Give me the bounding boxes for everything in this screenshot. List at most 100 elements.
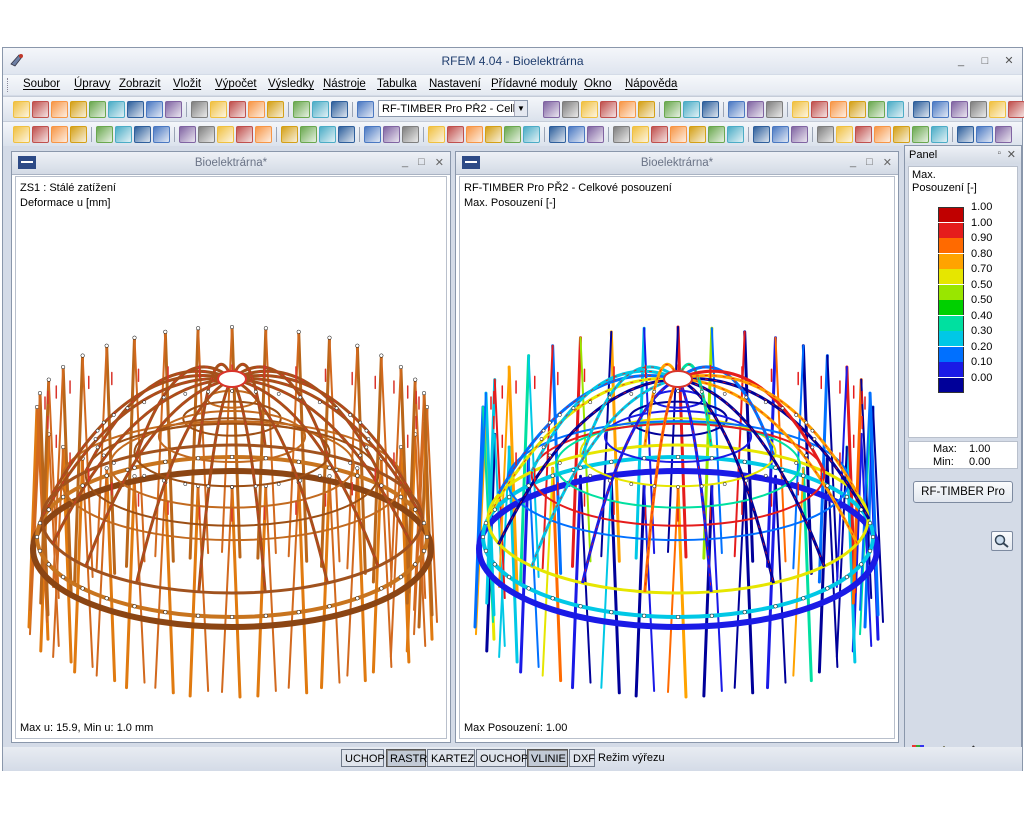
toolbar-tool-icon[interactable] <box>951 101 968 118</box>
toolbar-tool-icon[interactable] <box>504 126 521 143</box>
minimize-icon[interactable]: _ <box>402 156 408 169</box>
toolbar-tool-icon[interactable] <box>811 101 828 118</box>
left-view-canvas[interactable]: ZS1 : Stálé zatížení Deformace u [mm] Ma… <box>15 176 447 739</box>
toolbar-tool-icon[interactable] <box>689 126 706 143</box>
toolbar-tool-icon[interactable] <box>312 101 329 118</box>
status-toggle-ouchop[interactable]: OUCHOP <box>476 749 528 767</box>
toolbar-tool-icon[interactable] <box>830 101 847 118</box>
toolbar-tool-icon[interactable] <box>229 101 246 118</box>
minimize-button[interactable]: _ <box>952 54 970 68</box>
toolbar-tool-icon[interactable] <box>89 101 106 118</box>
left-view-titlebar[interactable]: Bioelektrárna* _ □ ✕ <box>12 152 450 175</box>
toolbar-tool-icon[interactable] <box>364 126 381 143</box>
toolbar-tool-icon[interactable] <box>549 126 566 143</box>
pin-icon[interactable]: ▫ <box>997 148 1001 159</box>
toolbar-tool-icon[interactable] <box>727 126 744 143</box>
toolbar-tool-icon[interactable] <box>1008 101 1024 118</box>
toolbar-tool-icon[interactable] <box>191 101 208 118</box>
toolbar-tool-icon[interactable] <box>868 101 885 118</box>
toolbar-tool-icon[interactable] <box>874 126 891 143</box>
close-icon[interactable]: ✕ <box>1007 148 1016 161</box>
toolbar-tool-icon[interactable] <box>165 101 182 118</box>
deformation-dome-model[interactable] <box>16 207 447 737</box>
toolbar-tool-icon[interactable] <box>198 126 215 143</box>
toolbar-tool-icon[interactable] <box>357 101 374 118</box>
status-toggle-dxf[interactable]: DXF <box>569 749 595 767</box>
toolbar-tool-icon[interactable] <box>931 126 948 143</box>
toolbar-tool-icon[interactable] <box>932 101 949 118</box>
design-ratio-dome-model[interactable] <box>460 207 895 737</box>
toolbar-tool-icon[interactable] <box>466 126 483 143</box>
toolbar-tool-icon[interactable] <box>747 101 764 118</box>
close-icon[interactable]: ✕ <box>883 156 892 169</box>
toolbar-tool-icon[interactable] <box>402 126 419 143</box>
close-icon[interactable]: ✕ <box>435 156 444 169</box>
toolbar-tool-icon[interactable] <box>146 101 163 118</box>
toolbar-tool-icon[interactable] <box>849 101 866 118</box>
toolbar-tool-icon[interactable] <box>153 126 170 143</box>
menu-soubor[interactable]: Soubor <box>23 78 60 90</box>
toolbar-tool-icon[interactable] <box>638 101 655 118</box>
toolbar-tool-icon[interactable] <box>913 101 930 118</box>
toolbar-tool-icon[interactable] <box>447 126 464 143</box>
toolbar-tool-icon[interactable] <box>267 101 284 118</box>
toolbar-tool-icon[interactable] <box>912 126 929 143</box>
toolbar-tool-icon[interactable] <box>817 126 834 143</box>
toolbar-tool-icon[interactable] <box>51 101 68 118</box>
maximize-icon[interactable]: □ <box>866 156 873 169</box>
menu-vlozit[interactable]: Vložit <box>173 78 201 90</box>
status-toggle-uchop[interactable]: UCHOP <box>341 749 385 767</box>
toolbar-tool-icon[interactable] <box>708 126 725 143</box>
rf-timber-pro-button[interactable]: RF-TIMBER Pro <box>913 481 1013 503</box>
menu-vysledky[interactable]: Výsledky <box>268 78 314 90</box>
toolbar-tool-icon[interactable] <box>957 126 974 143</box>
toolbar-tool-icon[interactable] <box>543 101 560 118</box>
toolbar-tool-icon[interactable] <box>32 101 49 118</box>
menu-zobrazit[interactable]: Zobrazit <box>119 78 161 90</box>
status-toggle-kartez[interactable]: KARTEZ <box>427 749 475 767</box>
toolbar-tool-icon[interactable] <box>632 126 649 143</box>
close-button[interactable]: ✕ <box>1000 54 1018 68</box>
toolbar-tool-icon[interactable] <box>127 101 144 118</box>
right-view-titlebar[interactable]: Bioelektrárna* _ □ ✕ <box>456 152 898 175</box>
toolbar-tool-icon[interactable] <box>108 101 125 118</box>
toolbar-tool-icon[interactable] <box>587 126 604 143</box>
toolbar-tool-icon[interactable] <box>772 126 789 143</box>
toolbar-tool-icon[interactable] <box>523 126 540 143</box>
toolbar-tool-icon[interactable] <box>13 101 30 118</box>
toolbar-tool-icon[interactable] <box>728 101 745 118</box>
toolbar-tool-icon[interactable] <box>331 101 348 118</box>
toolbar-tool-icon[interactable] <box>664 101 681 118</box>
left-view-window[interactable]: Bioelektrárna* _ □ ✕ ZS1 : Stálé zatížen… <box>11 151 451 743</box>
right-view-window[interactable]: Bioelektrárna* _ □ ✕ RF-TIMBER Pro PŘ2 -… <box>455 151 899 743</box>
toolbar-tool-icon[interactable] <box>32 126 49 143</box>
toolbar-tool-icon[interactable] <box>70 101 87 118</box>
toolbar-tool-icon[interactable] <box>989 101 1006 118</box>
toolbar-tool-icon[interactable] <box>893 126 910 143</box>
toolbar-tool-icon[interactable] <box>613 126 630 143</box>
toolbar-tool-icon[interactable] <box>428 126 445 143</box>
toolbar-tool-icon[interactable] <box>338 126 355 143</box>
toolbar-tool-icon[interactable] <box>766 101 783 118</box>
minimize-icon[interactable]: _ <box>850 156 856 169</box>
menu-upravy[interactable]: Úpravy <box>74 78 110 90</box>
maximize-button[interactable]: □ <box>976 54 994 68</box>
toolbar-tool-icon[interactable] <box>792 101 809 118</box>
status-toggle-vlinie[interactable]: VLINIE <box>527 749 568 767</box>
right-view-canvas[interactable]: RF-TIMBER Pro PŘ2 - Celkové posouzení Ma… <box>459 176 895 739</box>
toolbar-tool-icon[interactable] <box>248 101 265 118</box>
toolbar-tool-icon[interactable] <box>651 126 668 143</box>
menu-okno[interactable]: Okno <box>584 78 612 90</box>
maximize-icon[interactable]: □ <box>418 156 425 169</box>
toolbar-tool-icon[interactable] <box>134 126 151 143</box>
toolbar-tool-icon[interactable] <box>210 101 227 118</box>
chevron-down-icon[interactable]: ▼ <box>514 101 527 116</box>
toolbar-tool-icon[interactable] <box>13 126 30 143</box>
toolbar-tool-icon[interactable] <box>96 126 113 143</box>
zoom-button[interactable] <box>991 531 1013 551</box>
toolbar-tool-icon[interactable] <box>976 126 993 143</box>
toolbar-tool-icon[interactable] <box>568 126 585 143</box>
toolbar-tool-icon[interactable] <box>217 126 234 143</box>
menu-tabulka[interactable]: Tabulka <box>377 78 417 90</box>
toolbar-tool-icon[interactable] <box>702 101 719 118</box>
